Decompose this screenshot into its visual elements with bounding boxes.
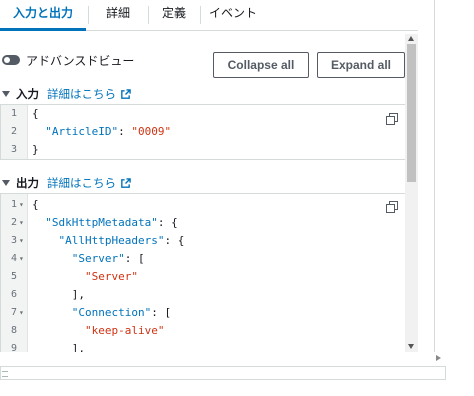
fold-caret-icon[interactable]: ▾	[19, 196, 24, 214]
advanced-view-toggle[interactable]: アドバンスドビュー	[2, 52, 134, 68]
expand-all-button[interactable]: Expand all	[317, 52, 405, 78]
tab-divider	[148, 6, 149, 24]
scroll-down-arrow-icon[interactable]	[408, 344, 414, 349]
line-number: 1	[10, 199, 17, 210]
code-text: ],	[32, 342, 85, 352]
line-number: 1	[10, 108, 17, 119]
code-text: "SdkHttpMetadata": {	[32, 216, 178, 229]
code-text: }	[32, 143, 39, 156]
code-text: "keep-alive"	[32, 324, 165, 337]
line-number: 9	[10, 343, 17, 352]
code-line: 2 "ArticleID": "0009"	[1, 123, 406, 141]
code-line: 1{	[1, 105, 406, 123]
panel-divider	[434, 0, 435, 352]
caret-down-icon[interactable]	[2, 180, 10, 186]
input-section-title: 入力	[16, 87, 39, 101]
code-line: 2 ▾ "SdkHttpMetadata": {	[1, 214, 406, 232]
code-line: 8 "keep-alive"	[1, 322, 406, 340]
tab-input-output[interactable]: 入力と出力	[0, 0, 86, 31]
code-line: 4 ▾ "Server": [	[1, 250, 406, 268]
code-text: "AllHttpHeaders": {	[32, 234, 185, 247]
fold-caret-icon[interactable]: ▾	[19, 214, 24, 232]
line-number: 8	[10, 325, 17, 336]
tab-bar: 入力と出力 詳細 定義 イベント	[0, 0, 418, 31]
code-line: 9 ],	[1, 340, 406, 352]
resize-grip-icon[interactable]	[2, 371, 8, 377]
code-text: "Server": [	[32, 252, 145, 265]
line-number: 4	[10, 253, 17, 264]
scroll-right-arrow-icon[interactable]	[436, 355, 441, 361]
fold-caret-icon[interactable]: ▾	[19, 250, 24, 268]
fold-caret-icon[interactable]: ▾	[19, 304, 24, 322]
output-section-header[interactable]: 出力 詳細はこちら	[2, 175, 131, 191]
caret-down-icon[interactable]	[2, 91, 10, 97]
tab-definition[interactable]: 定義	[150, 0, 198, 30]
code-text: {	[32, 107, 39, 120]
line-number: 6	[10, 289, 17, 300]
input-json-viewer: 1{2 "ArticleID": "0009" 3}	[0, 104, 407, 160]
input-section-header[interactable]: 入力 詳細はこちら	[2, 86, 131, 102]
code-line: 5 "Server"	[1, 268, 406, 286]
tab-divider	[200, 6, 201, 24]
horizontal-scroll-track[interactable]	[0, 352, 446, 366]
external-link-icon[interactable]	[120, 88, 131, 100]
line-number: 2	[10, 217, 17, 228]
output-learn-more-link[interactable]: 詳細はこちら	[47, 175, 116, 191]
tab-events[interactable]: イベント	[202, 0, 264, 30]
code-text: {	[32, 198, 39, 211]
code-text: "Connection": [	[32, 306, 172, 319]
external-link-icon[interactable]	[120, 177, 131, 189]
input-output-panel: 入力と出力 詳細 定義 イベント アドバンスドビュー Collapse all …	[0, 0, 418, 352]
advanced-view-label: アドバンスドビュー	[26, 53, 135, 68]
scroll-up-arrow-icon[interactable]	[408, 36, 414, 41]
code-text: "Server"	[32, 270, 138, 283]
line-number: 5	[10, 271, 17, 282]
code-text: ],	[32, 288, 85, 301]
toggle-icon[interactable]	[2, 55, 20, 65]
tab-divider	[88, 6, 89, 24]
tab-details[interactable]: 詳細	[90, 0, 146, 30]
vertical-scrollbar[interactable]	[405, 34, 418, 352]
code-line: 6 ],	[1, 286, 406, 304]
fold-caret-icon[interactable]: ▾	[19, 232, 24, 250]
scrollbar-thumb[interactable]	[407, 44, 416, 182]
code-line: 7 ▾ "Connection": [	[1, 304, 406, 322]
output-section-title: 出力	[16, 176, 39, 190]
bottom-resize-bar[interactable]	[0, 366, 446, 380]
collapse-all-button[interactable]: Collapse all	[213, 52, 309, 78]
code-text: "ArticleID": "0009"	[32, 125, 172, 138]
code-line: 3 ▾ "AllHttpHeaders": {	[1, 232, 406, 250]
line-number: 3	[10, 235, 17, 246]
line-number: 2	[10, 126, 17, 137]
code-line: 1 ▾ {	[1, 196, 406, 214]
input-learn-more-link[interactable]: 詳細はこちら	[47, 86, 116, 102]
output-json-viewer: 1 ▾{2 ▾ "SdkHttpMetadata": {3 ▾ "AllHttpHea…	[0, 193, 407, 352]
line-number: 7	[10, 307, 17, 318]
line-number: 3	[10, 144, 17, 155]
code-line: 3}	[1, 141, 406, 159]
